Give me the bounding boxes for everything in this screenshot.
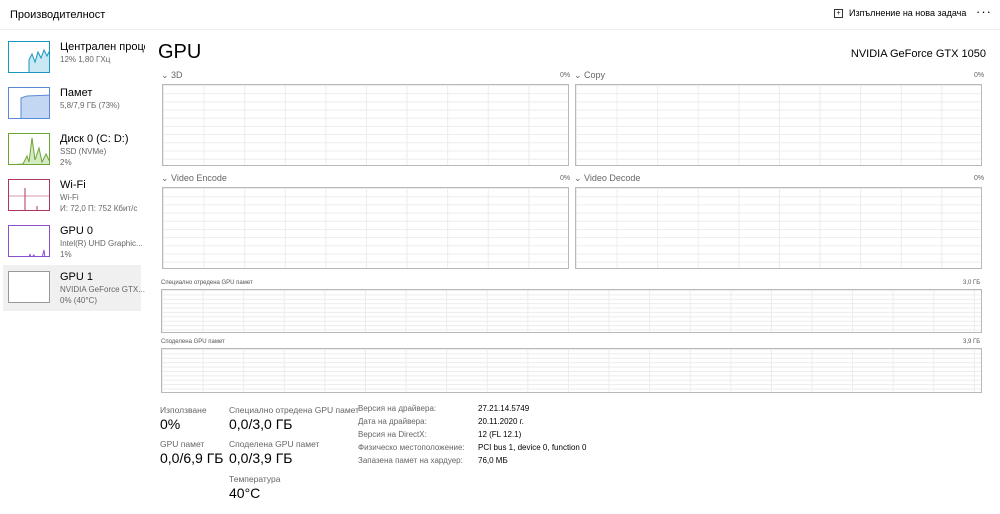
- gpu1-thumbnail-graph: [8, 271, 50, 303]
- engine-selector-3d[interactable]: ⌄ 3D: [161, 70, 183, 81]
- info-value: 27.21.14.5749: [478, 404, 530, 413]
- sidebar-item-gpu1[interactable]: GPU 1 NVIDIA GeForce GTX... 0% (40°C): [3, 265, 145, 311]
- sidebar-item-detail: SSD (NVMe): [60, 147, 107, 156]
- engine-label: Video Encode: [171, 173, 227, 183]
- engine-percent: 0%: [560, 175, 571, 182]
- chevron-down-icon: ⌄: [161, 70, 172, 80]
- engine-selector-video-encode[interactable]: ⌄ Video Encode: [161, 173, 227, 184]
- gpu-model: NVIDIA GeForce GTX 1050: [850, 48, 986, 60]
- memory-thumbnail-graph: [8, 87, 50, 119]
- dedicated-memory-stat-label: Специално отредена GPU памет: [229, 405, 360, 415]
- sidebar-item-name: Wi-Fi: [60, 179, 86, 191]
- title-bar: Производителност + Изпълнение на нова за…: [0, 0, 1000, 30]
- sidebar-item-name: Памет: [60, 87, 93, 99]
- engine-percent: 0%: [974, 72, 985, 79]
- gpu0-thumbnail-graph: [8, 225, 50, 257]
- info-key: Дата на драйвера:: [358, 417, 427, 426]
- graph-dedicated-memory: [161, 289, 982, 333]
- engine-selector-copy[interactable]: ⌄ Copy: [574, 70, 605, 81]
- sidebar: Централен проце 12% 1,80 ГХц Памет 5,8/7,9…: [3, 35, 145, 311]
- temperature-value: 40°C: [229, 485, 261, 501]
- info-value: 12 (FL 12.1): [478, 430, 522, 439]
- graph-video-decode: [575, 187, 982, 269]
- graph-3d: [162, 84, 569, 166]
- dedicated-memory-stat-value: 0,0/3,0 ГБ: [229, 416, 293, 432]
- info-value: 76,0 МБ: [478, 456, 508, 465]
- info-value: PCI bus 1, device 0, function 0: [478, 443, 587, 452]
- sidebar-item-detail: Wi-Fi: [60, 193, 79, 202]
- cpu-thumbnail-graph: [8, 41, 50, 73]
- engine-percent: 0%: [974, 175, 985, 182]
- sidebar-item-memory[interactable]: Памет 5,8/7,9 ГБ (73%): [3, 81, 141, 127]
- sidebar-item-disk[interactable]: Диск 0 (C: D:) SSD (NVMe) 2%: [3, 127, 141, 173]
- engine-selector-video-decode[interactable]: ⌄ Video Decode: [574, 173, 640, 184]
- sidebar-item-detail: 2%: [60, 158, 72, 167]
- gpu-heading: GPU: [158, 41, 202, 63]
- chevron-down-icon: ⌄: [574, 70, 585, 80]
- chevron-down-icon: ⌄: [161, 173, 172, 183]
- sidebar-item-detail: NVIDIA GeForce GTX...: [60, 285, 145, 294]
- engine-label: Video Decode: [584, 173, 641, 183]
- engine-label: Copy: [584, 70, 606, 80]
- sidebar-item-detail: 5,8/7,9 ГБ (73%): [60, 101, 120, 110]
- shared-memory-max: 3,9 ГБ: [963, 339, 981, 345]
- sidebar-item-detail: Intel(R) UHD Graphic...: [60, 239, 143, 248]
- sidebar-item-gpu0[interactable]: GPU 0 Intel(R) UHD Graphic... 1%: [3, 219, 143, 265]
- sidebar-item-detail: 0% (40°C): [60, 296, 97, 305]
- shared-memory-stat-label: Споделена GPU памет: [229, 439, 320, 449]
- shared-memory-label: Споделена GPU памет: [161, 339, 225, 345]
- engine-label: 3D: [171, 70, 183, 80]
- disk-thumbnail-graph: [8, 133, 50, 165]
- sidebar-item-wifi[interactable]: Wi-Fi Wi-Fi И: 72,0 П: 752 Кбит/с: [3, 173, 141, 219]
- sidebar-item-name: Централен проце: [60, 41, 145, 53]
- sidebar-item-detail: 1%: [60, 250, 72, 259]
- page-title: Производителност: [10, 9, 106, 21]
- graph-shared-memory: [161, 348, 982, 393]
- info-key: Физическо местоположение:: [358, 443, 465, 452]
- gpu-memory-value: 0,0/6,9 ГБ: [160, 450, 224, 466]
- info-key: Версия на DirectX:: [358, 430, 427, 439]
- run-new-task-button[interactable]: + Изпълнение на нова задача: [834, 8, 966, 18]
- dedicated-memory-label: Специално отредена GPU памет: [161, 280, 253, 286]
- sidebar-item-detail: И: 72,0 П: 752 Кбит/с: [60, 204, 138, 213]
- wifi-thumbnail-graph: [8, 179, 50, 211]
- more-options-button[interactable]: ···: [976, 4, 992, 19]
- sidebar-item-name: Диск 0 (C: D:): [60, 133, 129, 145]
- engine-percent: 0%: [560, 72, 571, 79]
- gpu-memory-label: GPU памет: [160, 439, 205, 449]
- sidebar-item-name: GPU 0: [60, 225, 94, 237]
- chevron-down-icon: ⌄: [574, 173, 585, 183]
- graph-copy: [575, 84, 982, 166]
- sidebar-item-name: GPU 1: [60, 271, 94, 283]
- shared-memory-stat-value: 0,0/3,9 ГБ: [229, 450, 293, 466]
- info-key: Версия на драйвера:: [358, 404, 437, 413]
- graph-video-encode: [162, 187, 569, 269]
- run-new-task-label: Изпълнение на нова задача: [849, 8, 967, 18]
- sidebar-item-detail: 12% 1,80 ГХц: [60, 55, 111, 64]
- usage-value: 0%: [160, 416, 181, 432]
- sidebar-item-cpu[interactable]: Централен проце 12% 1,80 ГХц: [3, 35, 145, 81]
- info-value: 20.11.2020 г.: [478, 417, 524, 426]
- new-task-icon: +: [834, 8, 843, 18]
- usage-label: Използване: [160, 405, 207, 415]
- dedicated-memory-max: 3,0 ГБ: [963, 280, 981, 286]
- temperature-label: Температура: [229, 474, 281, 484]
- info-key: Запазена памет на хардуер:: [358, 456, 463, 465]
